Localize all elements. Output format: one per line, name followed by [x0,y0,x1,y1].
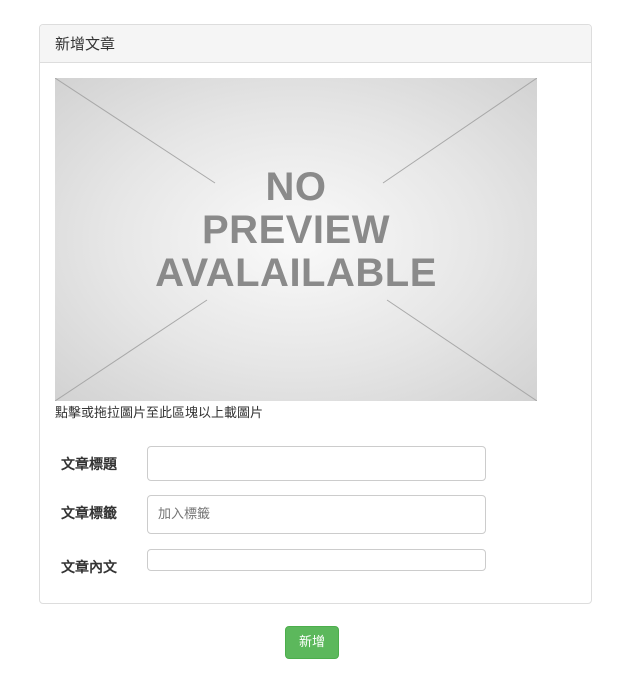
no-preview-text: NO PREVIEW AVALAILABLE [55,166,537,295]
image-dropzone[interactable]: NO PREVIEW AVALAILABLE [55,78,537,401]
add-button[interactable]: 新增 [285,626,339,659]
title-label: 文章標題 [61,457,117,473]
no-preview-line-3: AVALAILABLE [155,251,437,295]
title-input[interactable] [147,446,486,481]
form-row-title: 文章標題 [61,446,491,482]
no-preview-line-1: NO [265,165,327,209]
new-article-panel: 新增文章 NO PREVIEW AVALAILABLE 點擊或拖拉圖片至此區塊以… [39,24,592,604]
content-textarea[interactable] [147,549,486,571]
panel-title: 新增文章 [40,25,591,63]
form-row-tags: 文章標籤 [61,495,491,535]
upload-hint: 點擊或拖拉圖片至此區塊以上載圖片 [55,406,264,421]
form-row-content: 文章內文 [61,549,491,581]
tags-input[interactable] [147,495,486,534]
no-preview-line-2: PREVIEW [202,208,390,252]
content-label: 文章內文 [61,560,117,576]
tags-label: 文章標籤 [61,506,117,522]
